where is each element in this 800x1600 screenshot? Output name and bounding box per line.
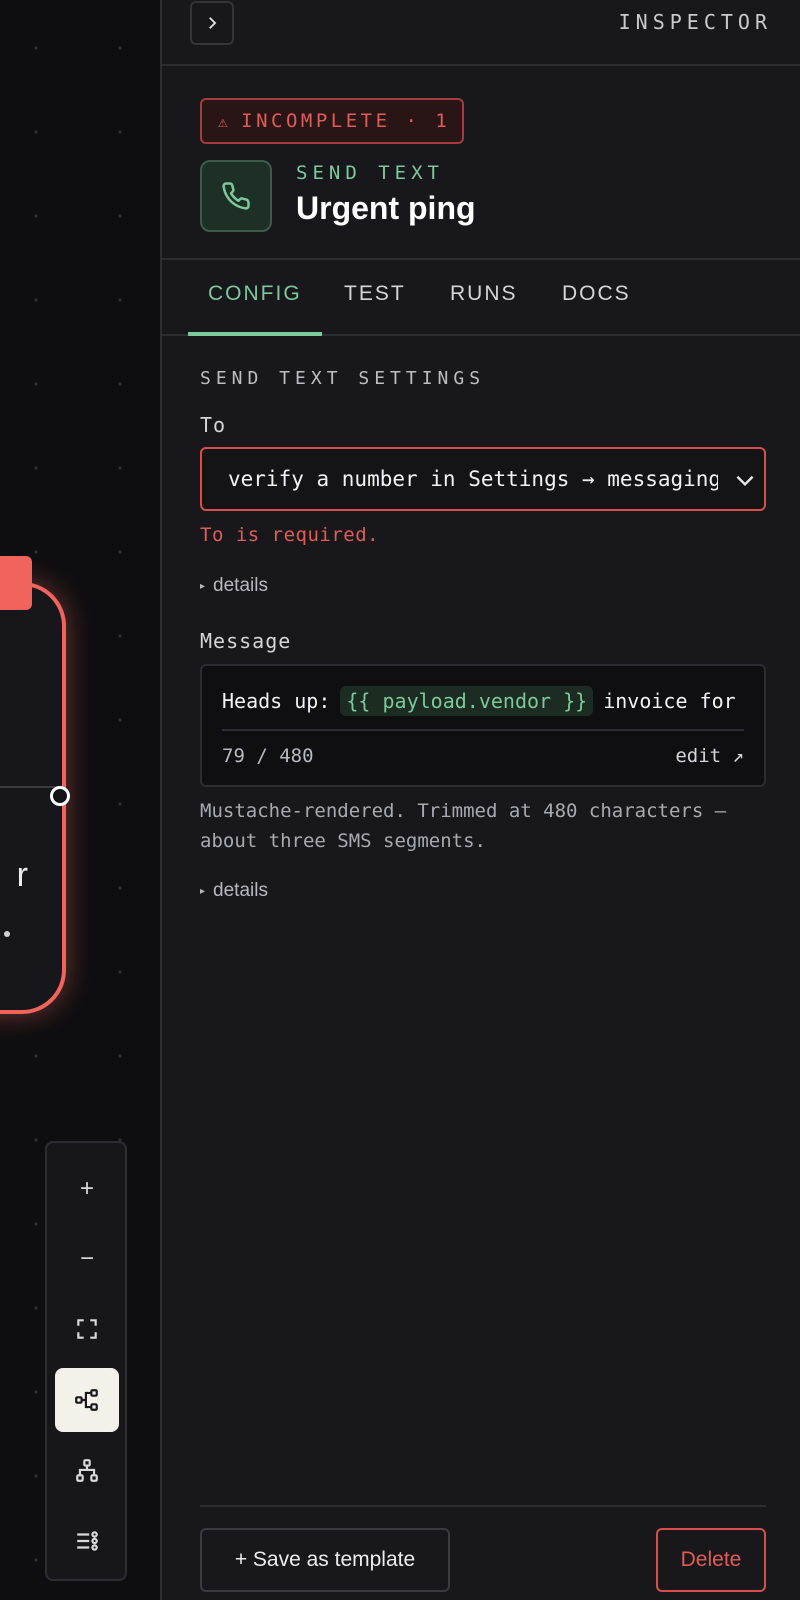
message-field[interactable]: Heads up: {{ payload.vendor }} invoice f… bbox=[200, 664, 766, 787]
caret-right-icon: ▸ bbox=[200, 885, 206, 897]
character-count: 79 / 480 bbox=[222, 745, 314, 767]
node-error-flag[interactable] bbox=[0, 556, 32, 610]
tree-layout-icon bbox=[76, 1459, 98, 1482]
list-settings-button[interactable] bbox=[55, 1509, 119, 1573]
zoom-in-button[interactable]: + bbox=[55, 1157, 119, 1221]
canvas-toolbar: + − bbox=[45, 1141, 127, 1581]
inspector-panel: INSPECTOR ⚠ INCOMPLETE · 1 SEND TEXT Urg… bbox=[160, 0, 800, 1600]
message-field-label: Message bbox=[200, 629, 292, 653]
footer-divider bbox=[200, 1505, 766, 1507]
tree-layout-button[interactable] bbox=[55, 1439, 119, 1503]
to-error-message: To is required. bbox=[200, 524, 380, 546]
workflow-canvas[interactable]: r + − bbox=[0, 0, 160, 1600]
chevron-down-icon bbox=[736, 475, 754, 487]
minus-icon: − bbox=[79, 1245, 94, 1272]
fit-view-button[interactable] bbox=[55, 1297, 119, 1361]
list-settings-icon bbox=[77, 1531, 98, 1551]
message-text-prefix: Heads up: bbox=[222, 689, 331, 713]
status-label: INCOMPLETE · 1 bbox=[241, 110, 451, 132]
inspector-tabs: CONFIG TEST RUNS DOCS bbox=[162, 260, 800, 336]
plus-icon: + bbox=[79, 1175, 94, 1202]
active-tab-indicator bbox=[188, 332, 322, 336]
message-help-text: Mustache-rendered. Trimmed at 480 charac… bbox=[200, 800, 727, 852]
tab-docs[interactable]: DOCS bbox=[562, 282, 631, 306]
tab-runs[interactable]: RUNS bbox=[450, 282, 518, 306]
node-divider bbox=[0, 786, 58, 788]
message-text-suffix: invoice for bbox=[603, 689, 736, 713]
delete-button[interactable]: Delete bbox=[656, 1528, 766, 1592]
message-details-toggle[interactable]: ▸ details bbox=[200, 880, 268, 902]
zoom-out-button[interactable]: − bbox=[55, 1227, 119, 1291]
collapse-inspector-button[interactable] bbox=[190, 1, 234, 45]
tab-config[interactable]: CONFIG bbox=[208, 282, 302, 306]
edit-message-link[interactable]: edit ↗ bbox=[675, 745, 744, 767]
to-select-value: verify a number in Settings → messaging bbox=[228, 467, 718, 491]
chevron-right-icon bbox=[209, 17, 217, 29]
details-label: details bbox=[213, 575, 268, 596]
inspector-header: INSPECTOR bbox=[162, 0, 800, 66]
divider bbox=[222, 729, 744, 731]
node-type-icon-box bbox=[200, 160, 272, 232]
warning-icon: ⚠ bbox=[218, 111, 232, 131]
flow-layout-icon bbox=[75, 1389, 98, 1411]
node-name[interactable]: Urgent ping bbox=[296, 190, 476, 227]
status-badge[interactable]: ⚠ INCOMPLETE · 1 bbox=[200, 98, 464, 144]
node-output-port[interactable] bbox=[50, 786, 70, 806]
tab-test[interactable]: TEST bbox=[344, 282, 406, 306]
flow-layout-button[interactable] bbox=[55, 1368, 119, 1432]
node-label-fragment: r bbox=[16, 856, 28, 894]
phone-icon bbox=[222, 182, 250, 210]
section-title: SEND TEXT SETTINGS bbox=[200, 368, 486, 389]
message-preview: Heads up: {{ payload.vendor }} invoice f… bbox=[222, 684, 744, 718]
to-field-label: To bbox=[200, 413, 227, 437]
to-select[interactable]: verify a number in Settings → messaging bbox=[200, 447, 766, 511]
node-type-label: SEND TEXT bbox=[296, 162, 444, 184]
save-as-template-button[interactable]: + Save as template bbox=[200, 1528, 450, 1592]
inspector-title: INSPECTOR bbox=[618, 10, 772, 34]
template-token: {{ payload.vendor }} bbox=[340, 686, 594, 716]
caret-right-icon: ▸ bbox=[200, 580, 206, 592]
details-label: details bbox=[213, 880, 268, 901]
node-dot bbox=[4, 931, 10, 937]
fit-view-icon bbox=[77, 1319, 97, 1339]
to-details-toggle[interactable]: ▸ details bbox=[200, 575, 268, 597]
